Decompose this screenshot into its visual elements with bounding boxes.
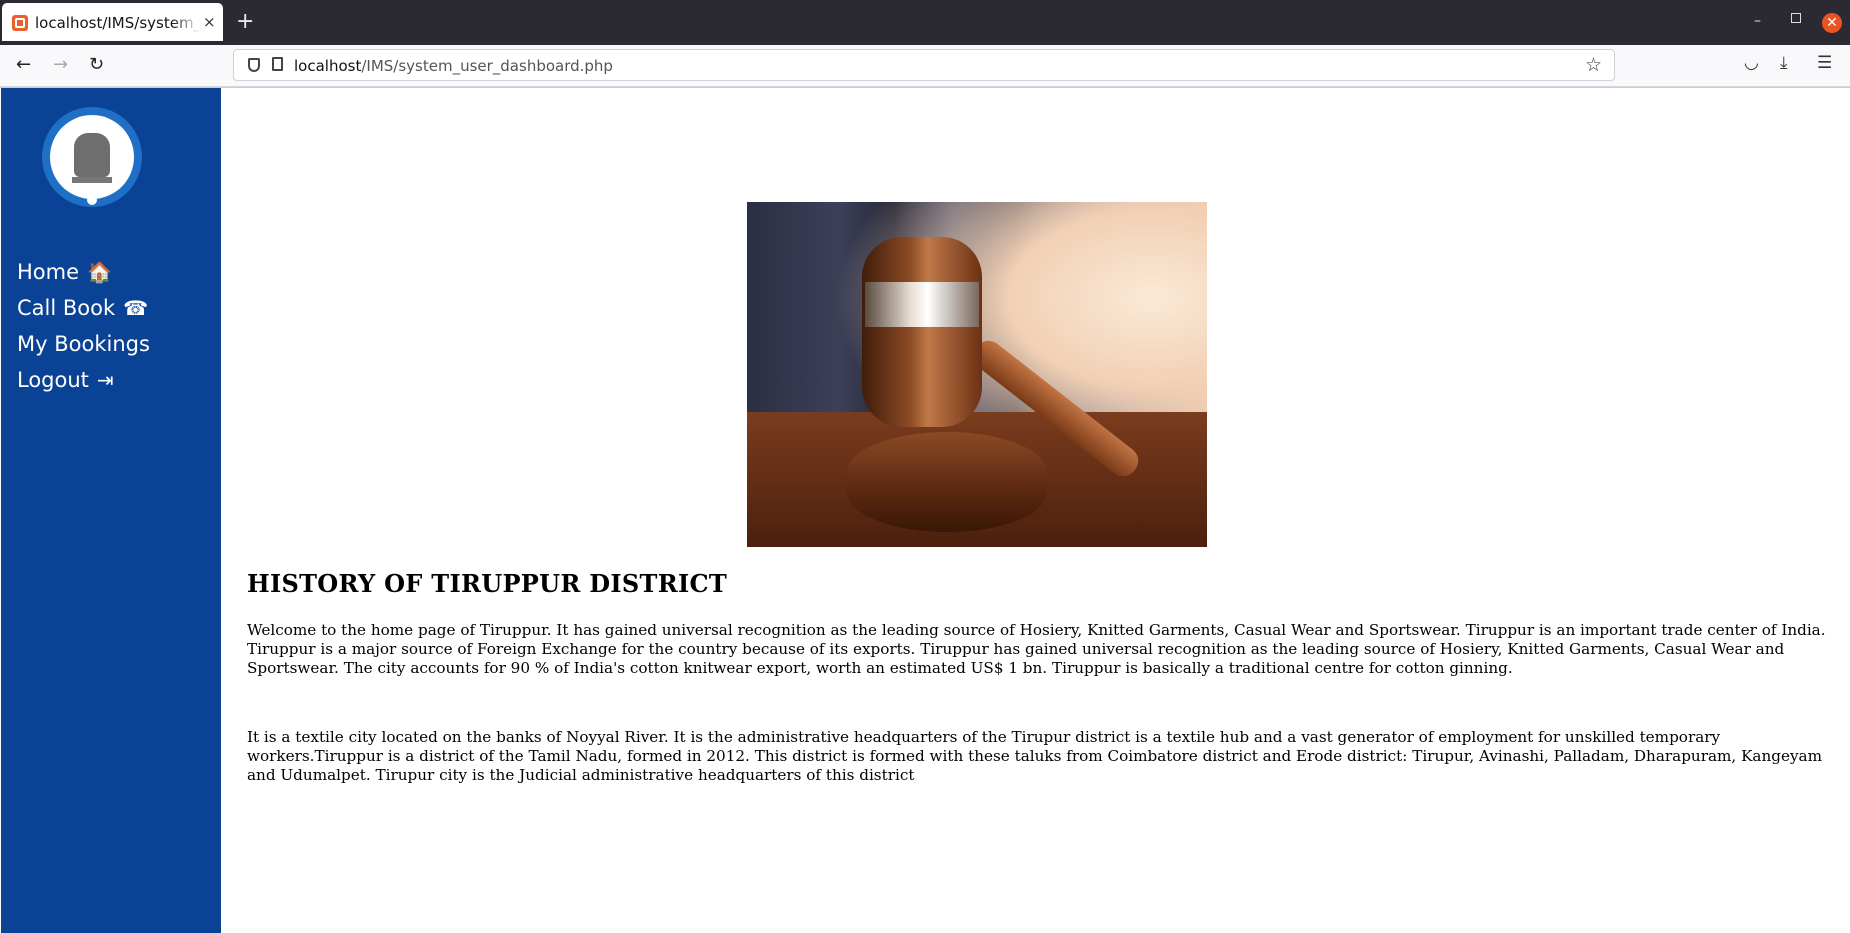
menu-icon[interactable]: ☰ <box>1817 53 1832 73</box>
logout-icon: ⇥ <box>96 368 114 392</box>
logo-emblem-background <box>50 115 134 199</box>
sidebar-item-my-bookings[interactable]: My Bookings <box>17 326 150 362</box>
sidebar-item-label: Home <box>17 260 80 284</box>
logo-chakra-icon <box>87 195 97 205</box>
gavel-metal-band <box>865 282 979 327</box>
url-host: localhost <box>294 57 362 75</box>
address-bar[interactable]: localhost/IMS/system_user_dashboard.php … <box>233 49 1615 81</box>
browser-tab-bar: localhost/IMS/system_user_dashboard.php … <box>0 0 1850 45</box>
url-path: /IMS/system_user_dashboard.php <box>361 57 613 75</box>
court-logo <box>42 107 142 207</box>
emblem-base <box>72 177 112 183</box>
reload-button[interactable]: ↻ <box>89 54 104 76</box>
pocket-icon[interactable]: ◡ <box>1744 53 1759 73</box>
forward-button[interactable]: → <box>53 54 68 76</box>
browser-tab[interactable]: localhost/IMS/system_user_dashboard.php … <box>2 3 223 41</box>
sidebar-item-call-book[interactable]: Call Book ☎ <box>17 290 150 326</box>
xampp-favicon-icon <box>12 15 28 31</box>
sidebar-item-home[interactable]: Home 🏠 <box>17 254 150 290</box>
bookmark-star-icon[interactable]: ☆ <box>1585 54 1602 76</box>
window-maximize-button[interactable] <box>1791 13 1801 23</box>
url-text[interactable]: localhost/IMS/system_user_dashboard.php <box>294 57 613 75</box>
page-info-icon[interactable] <box>272 57 283 71</box>
history-paragraph-2: It is a textile city located on the bank… <box>247 728 1823 784</box>
back-button[interactable]: ← <box>16 54 31 76</box>
download-icon[interactable]: ⤓ <box>1780 53 1788 73</box>
tab-title: localhost/IMS/system_user_dashboard.php <box>35 14 200 32</box>
gavel-head <box>862 237 982 427</box>
sidebar: Home 🏠 Call Book ☎ My Bookings Logout ⇥ <box>1 88 221 933</box>
gavel-image <box>747 202 1207 547</box>
history-paragraph-1: Welcome to the home page of Tiruppur. It… <box>247 621 1826 677</box>
window-minimize-button[interactable]: – <box>1754 13 1761 29</box>
home-icon: 🏠 <box>87 260 112 284</box>
phone-icon: ☎ <box>123 296 149 320</box>
window-close-button[interactable]: ✕ <box>1822 13 1842 33</box>
sidebar-item-logout[interactable]: Logout ⇥ <box>17 362 150 398</box>
sidebar-item-label: Logout <box>17 368 89 392</box>
browser-nav-bar: ← → ↻ localhost/IMS/system_user_dashboar… <box>0 45 1850 87</box>
tab-close-icon[interactable]: × <box>203 14 216 30</box>
page-viewport: Home 🏠 Call Book ☎ My Bookings Logout ⇥ HIS… <box>0 87 1850 933</box>
sidebar-item-label: Call Book <box>17 296 116 320</box>
sidebar-menu: Home 🏠 Call Book ☎ My Bookings Logout ⇥ <box>17 254 150 398</box>
new-tab-button[interactable]: + <box>236 10 254 34</box>
page-title: HISTORY OF TIRUPPUR DISTRICT <box>247 569 728 598</box>
gavel-sound-block <box>847 432 1047 532</box>
shield-icon[interactable] <box>248 58 260 72</box>
national-emblem-icon <box>74 133 110 177</box>
sidebar-item-label: My Bookings <box>17 332 150 356</box>
